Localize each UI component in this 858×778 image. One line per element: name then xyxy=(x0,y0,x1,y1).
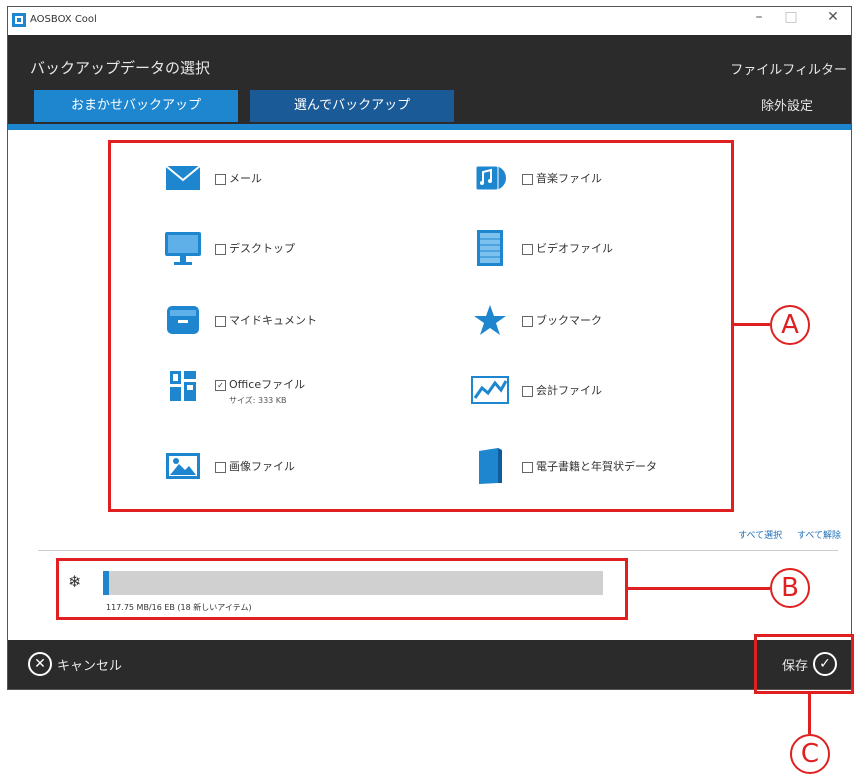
selection-links: すべて選択 すべて解除 xyxy=(726,528,841,541)
callout-a: A xyxy=(770,305,810,345)
window-title: AOSBOX Cool xyxy=(30,14,97,25)
cancel-button[interactable]: ✕ キャンセル xyxy=(28,652,122,676)
cancel-label: キャンセル xyxy=(57,658,123,674)
annotation-line-c xyxy=(808,694,811,734)
title-bar: AOSBOX Cool – □ ✕ xyxy=(8,7,851,35)
close-circle-icon: ✕ xyxy=(28,652,52,676)
exclude-settings-link[interactable]: 除外設定 xyxy=(761,95,813,114)
footer: ✕ キャンセル 保存 ✓ xyxy=(8,640,851,689)
annotation-box-b xyxy=(56,558,628,620)
annotation-box-a xyxy=(108,140,734,512)
page-title: バックアップデータの選択 xyxy=(30,59,211,77)
minimize-button[interactable]: – xyxy=(747,9,771,25)
annotation-box-c xyxy=(754,634,854,694)
deselect-all-link[interactable]: すべて解除 xyxy=(797,531,841,541)
annotation-line-b xyxy=(628,587,770,590)
callout-c: C xyxy=(790,734,830,774)
tab-select-backup[interactable]: 選んでバックアップ xyxy=(250,90,454,122)
annotation-line-a xyxy=(734,323,770,326)
header: バックアップデータの選択 ファイルフィルター 除外設定 おまかせバックアップ 選… xyxy=(8,35,851,130)
close-button[interactable]: ✕ xyxy=(821,9,845,25)
tab-auto-backup[interactable]: おまかせバックアップ xyxy=(34,90,238,122)
divider xyxy=(38,550,838,551)
callout-b: B xyxy=(770,568,810,608)
file-filter-link[interactable]: ファイルフィルター xyxy=(730,59,847,78)
app-logo-icon xyxy=(12,13,26,27)
maximize-button[interactable]: □ xyxy=(779,9,803,25)
select-all-link[interactable]: すべて選択 xyxy=(738,531,782,541)
